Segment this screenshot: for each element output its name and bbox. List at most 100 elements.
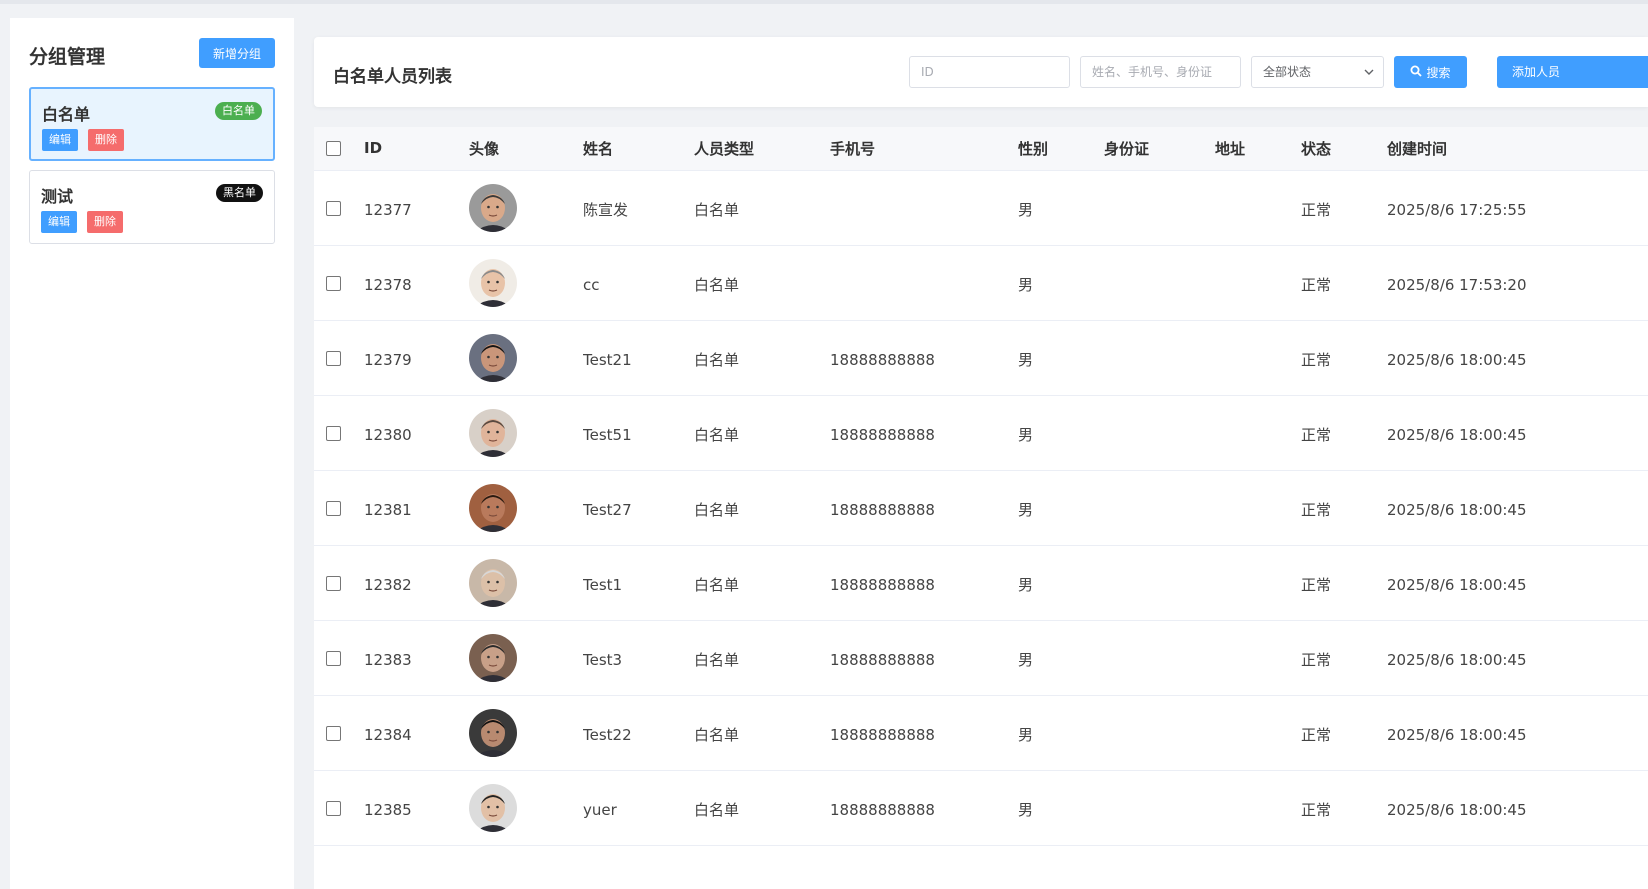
cell-id: 12383 [364,622,469,698]
cell-phone [830,172,1018,248]
cell-name: Test22 [583,697,694,773]
cell-idcard [1104,547,1215,623]
add-group-button[interactable]: 新增分组 [199,38,275,68]
add-person-button[interactable]: 添加人员 [1497,56,1648,88]
cell-id: 12384 [364,697,469,773]
cell-id: 12385 [364,772,469,848]
cell-idcard [1104,397,1215,473]
cell-address [1215,772,1301,848]
cell-id: 12378 [364,247,469,323]
avatar [469,633,517,682]
avatar [469,783,517,832]
cell-idcard [1104,697,1215,773]
cell-avatar [469,695,583,771]
page-title: 白名单人员列表 [333,67,452,87]
row-checkbox[interactable] [326,725,341,741]
cell-address [1215,472,1301,548]
cell-phone: 18888888888 [830,472,1018,548]
row-checkbox[interactable] [326,200,341,216]
edit-group-button[interactable]: 编辑 [42,129,78,151]
cell-created: 2025/8/6 18:00:45 [1387,697,1648,773]
group-type-tag: 黑名单 [216,184,263,202]
search-icon [1410,65,1423,80]
cell-name: cc [583,247,694,323]
status-select[interactable]: 全部状态 [1251,56,1384,88]
top-border [0,0,1648,4]
cell-id: 12380 [364,397,469,473]
table-row[interactable]: 12381 Test27 白名单 18888888888 男 正常 2025/8/6 18:… [314,470,1648,548]
group-card-whitelist[interactable]: 白名单 白名单 编辑 删除 [29,87,275,161]
search-button[interactable]: 搜索 [1394,56,1467,88]
cell-created: 2025/8/6 18:00:45 [1387,772,1648,848]
cell-type: 白名单 [694,322,830,398]
cell-type: 白名单 [694,697,830,773]
cell-created: 2025/8/6 18:00:45 [1387,472,1648,548]
row-checkbox[interactable] [326,575,341,591]
row-checkbox[interactable] [326,500,341,516]
delete-group-button[interactable]: 删除 [88,129,124,151]
row-checkbox[interactable] [326,800,341,816]
cell-avatar [469,245,583,321]
cell-avatar [469,620,583,696]
cell-status: 正常 [1301,772,1387,848]
cell-created: 2025/8/6 18:00:45 [1387,397,1648,473]
row-checkbox[interactable] [326,650,341,666]
column-header-avatar: 头像 [469,127,583,171]
cell-idcard [1104,172,1215,248]
cell-avatar [469,170,583,246]
cell-idcard [1104,247,1215,323]
cell-idcard [1104,472,1215,548]
cell-phone: 18888888888 [830,397,1018,473]
group-card-test[interactable]: 测试 黑名单 编辑 删除 [29,170,275,244]
cell-gender: 男 [1018,247,1104,323]
row-checkbox[interactable] [326,425,341,441]
table-row[interactable]: 12384 Test22 白名单 18888888888 男 正常 2025/8/6 18:… [314,695,1648,773]
cell-avatar [469,470,583,546]
edit-group-button[interactable]: 编辑 [41,211,77,233]
column-header-name: 姓名 [583,127,694,171]
cell-name: yuer [583,772,694,848]
cell-address [1215,322,1301,398]
column-header-created: 创建时间 [1387,127,1648,171]
table-row[interactable]: 12382 Test1 白名单 18888888888 男 正常 2025/8/6 18:0… [314,545,1648,623]
table-row[interactable]: 12385 yuer 白名单 18888888888 男 正常 2025/8/6 18:00… [314,770,1648,848]
delete-group-button[interactable]: 删除 [87,211,123,233]
cell-name: 陈宣发 [583,172,694,248]
table-row[interactable]: 12380 Test51 白名单 18888888888 男 正常 2025/8/6 18:… [314,395,1648,473]
table-row[interactable]: 12383 Test3 白名单 18888888888 男 正常 2025/8/6 18:0… [314,620,1648,698]
column-header-status: 状态 [1301,127,1387,171]
id-search-input[interactable]: ID [909,56,1070,88]
cell-gender: 男 [1018,472,1104,548]
cell-status: 正常 [1301,697,1387,773]
cell-created: 2025/8/6 17:25:55 [1387,172,1648,248]
cell-address [1215,247,1301,323]
cell-name: Test27 [583,472,694,548]
cell-avatar [469,770,583,846]
cell-name: Test3 [583,622,694,698]
select-all-checkbox[interactable] [326,141,341,157]
column-header-type: 人员类型 [694,127,830,171]
avatar [469,258,517,307]
cell-status: 正常 [1301,172,1387,248]
keyword-search-input[interactable]: 姓名、手机号、身份证 [1080,56,1241,88]
table-row[interactable]: 12377 陈宣发 白名单 男 正常 2025/8/6 17:25:55 [314,170,1648,248]
row-checkbox[interactable] [326,350,341,366]
cell-phone [830,247,1018,323]
cell-name: Test1 [583,547,694,623]
cell-phone: 18888888888 [830,697,1018,773]
row-checkbox[interactable] [326,275,341,291]
cell-status: 正常 [1301,622,1387,698]
cell-idcard [1104,622,1215,698]
table-row[interactable]: 12379 Test21 白名单 18888888888 男 正常 2025/8/6 18:… [314,320,1648,398]
cell-id: 12381 [364,472,469,548]
cell-avatar [469,395,583,471]
column-header-idcard: 身份证 [1104,127,1215,171]
table-row[interactable]: 12378 cc 白名单 男 正常 2025/8/6 17:53:20 [314,245,1648,323]
cell-gender: 男 [1018,397,1104,473]
cell-gender: 男 [1018,547,1104,623]
cell-gender: 男 [1018,772,1104,848]
cell-name: Test51 [583,397,694,473]
column-header-phone: 手机号 [830,127,1018,171]
cell-id: 12377 [364,172,469,248]
cell-gender: 男 [1018,622,1104,698]
